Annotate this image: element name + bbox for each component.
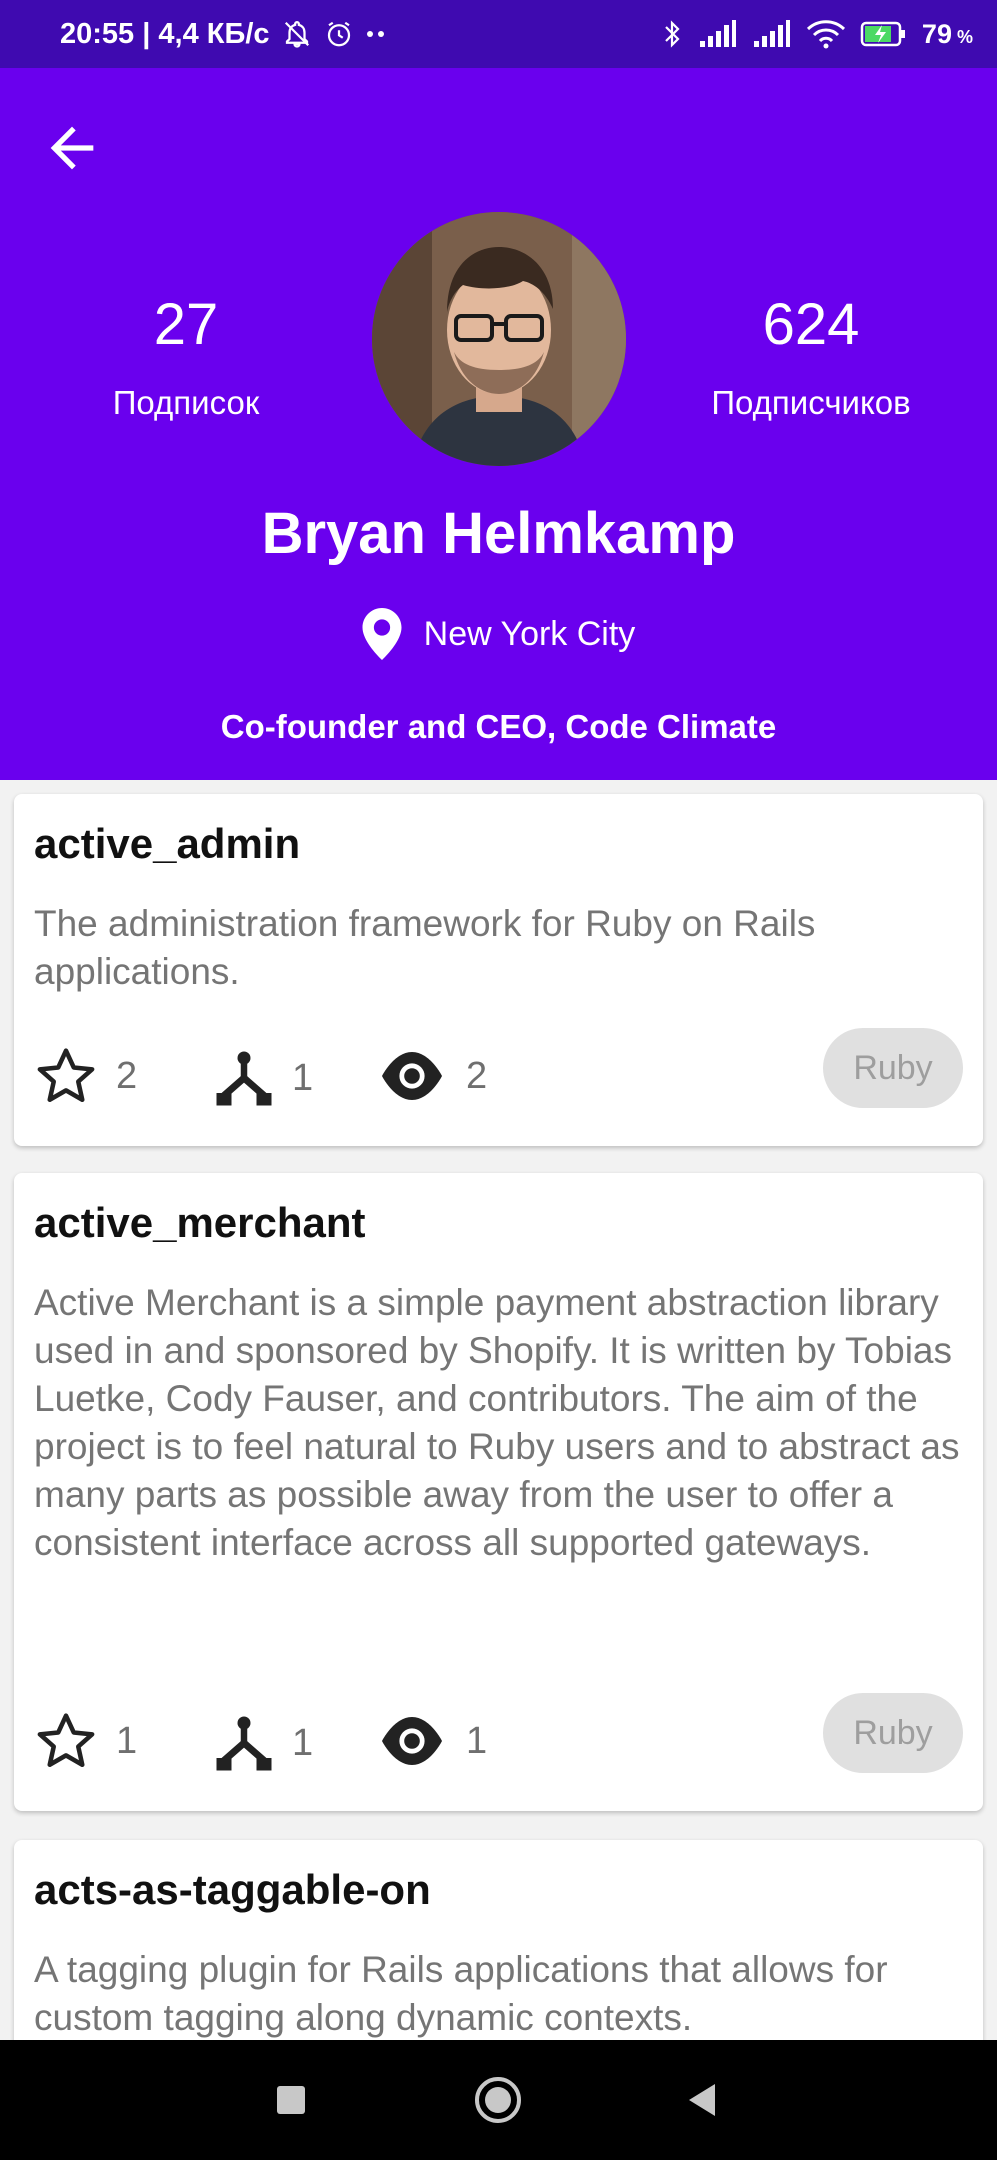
repo-name: active_merchant <box>34 1199 366 1246</box>
location-text: New York City <box>423 614 636 653</box>
wifi-icon <box>806 19 846 49</box>
battery-charging-icon <box>860 19 908 49</box>
forks-count: 1 <box>292 1721 314 1764</box>
screen: 20:55 | 4,4 КБ/с 79 % 27 Подписок 624 По… <box>0 0 997 2160</box>
avatar <box>372 212 626 466</box>
notifications-off-icon <box>282 19 312 49</box>
alarm-icon <box>324 19 354 49</box>
profile-name: Bryan Helmkamp <box>261 501 736 566</box>
profile-bio: Co-founder and CEO, Code Climate <box>220 708 777 745</box>
repo-description: The administration framework for Ruby on… <box>34 903 816 992</box>
star-icon <box>37 1713 95 1767</box>
forks-metric: 1 <box>214 1048 313 1108</box>
bluetooth-icon <box>660 18 684 50</box>
square-icon <box>277 2086 305 2114</box>
repo-footer: 1 1 1 Ruby <box>34 1693 963 1783</box>
watchers-count: 2 <box>466 1054 488 1097</box>
circle-icon <box>475 2077 521 2123</box>
watchers-metric: 2 <box>376 1044 487 1108</box>
repo-name: active_admin <box>34 820 301 867</box>
forks-count: 1 <box>292 1056 314 1099</box>
stars-metric: 1 <box>34 1709 137 1773</box>
back-nav-button[interactable] <box>670 2068 734 2132</box>
profile-header: 27 Подписок 624 Подписчиков Bryan Helmka… <box>0 68 997 780</box>
status-time-info: 20:55 | 4,4 КБ/с <box>60 17 270 50</box>
recents-button[interactable] <box>259 2068 323 2132</box>
status-bar: 20:55 | 4,4 КБ/с 79 % <box>0 0 997 68</box>
followers-count: 624 <box>762 292 860 357</box>
repo-card[interactable]: active_merchant Active Merchant is a sim… <box>14 1173 983 1811</box>
status-right: 79 % <box>660 18 973 50</box>
signal-icon-2 <box>752 19 792 49</box>
repo-card[interactable]: active_admin The administration framewor… <box>14 794 983 1146</box>
profile-location: New York City <box>0 608 997 660</box>
repo-name: acts-as-taggable-on <box>34 1866 431 1913</box>
stars-metric: 2 <box>34 1044 137 1108</box>
following-label: Подписок <box>112 384 260 421</box>
repo-description: Active Merchant is a simple payment abst… <box>34 1282 960 1563</box>
more-dots-icon <box>366 19 386 49</box>
battery-unit: % <box>956 26 973 47</box>
followers-stat[interactable]: 624 Подписчиков <box>661 296 961 422</box>
fork-icon <box>216 1051 272 1106</box>
stars-count: 2 <box>116 1054 138 1097</box>
followers-label: Подписчиков <box>711 384 911 421</box>
eye-icon <box>382 1052 442 1100</box>
system-nav-bar <box>0 2040 997 2160</box>
star-icon <box>37 1048 95 1102</box>
back-button[interactable] <box>40 116 104 180</box>
battery-level: 79 % <box>921 18 973 49</box>
location-pin-icon <box>362 608 402 660</box>
arrow-back-icon <box>50 126 94 170</box>
following-stat[interactable]: 27 Подписок <box>36 296 336 422</box>
watchers-count: 1 <box>466 1719 488 1762</box>
signal-icon <box>698 19 738 49</box>
triangle-back-icon <box>689 2084 715 2116</box>
status-left: 20:55 | 4,4 КБ/с <box>60 18 386 51</box>
language-chip[interactable]: Ruby <box>823 1028 963 1108</box>
repo-description: A tagging plugin for Rails applications … <box>34 1949 888 2038</box>
fork-icon <box>216 1716 272 1771</box>
watchers-metric: 1 <box>376 1709 487 1773</box>
home-button[interactable] <box>466 2068 530 2132</box>
language-chip[interactable]: Ruby <box>823 1693 963 1773</box>
eye-icon <box>382 1717 442 1765</box>
forks-metric: 1 <box>214 1713 313 1773</box>
repo-footer: 2 1 2 Ruby <box>34 1028 963 1118</box>
stars-count: 1 <box>116 1719 138 1762</box>
following-count: 27 <box>153 292 219 357</box>
